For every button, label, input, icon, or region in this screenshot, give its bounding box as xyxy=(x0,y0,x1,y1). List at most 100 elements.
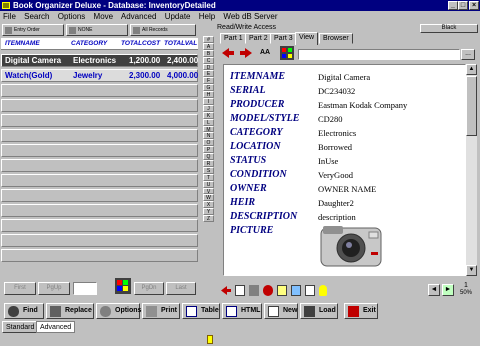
alpha-tab[interactable]: O xyxy=(203,139,214,146)
empty-row[interactable] xyxy=(1,84,198,97)
alpha-tab[interactable]: X xyxy=(203,201,214,208)
alpha-tab[interactable]: E xyxy=(203,70,214,77)
record-number-input[interactable] xyxy=(73,282,97,295)
find-button[interactable]: Find xyxy=(4,303,44,319)
menu-search[interactable]: Search xyxy=(24,12,49,21)
delete-icon[interactable] xyxy=(249,285,259,296)
last-button[interactable]: Last xyxy=(166,282,196,295)
alpha-tab[interactable]: D xyxy=(203,63,214,71)
empty-row[interactable] xyxy=(1,204,198,217)
alpha-tab[interactable]: B xyxy=(203,49,214,57)
alpha-tab[interactable]: V xyxy=(203,187,214,195)
scroll-thumb[interactable] xyxy=(466,76,477,136)
empty-row[interactable] xyxy=(1,144,198,157)
col-totalval[interactable]: TOTALVAL xyxy=(164,38,197,50)
stop-icon[interactable] xyxy=(263,285,273,296)
html-button[interactable]: HTML xyxy=(222,303,262,319)
entry-order-button[interactable]: Entry Order xyxy=(2,24,64,36)
empty-row[interactable] xyxy=(1,99,198,112)
col-category[interactable]: CATEGORY xyxy=(71,38,107,50)
all-records-button[interactable]: All Records xyxy=(130,24,196,36)
lightbulb-icon[interactable] xyxy=(319,285,327,296)
arrow-left-icon[interactable] xyxy=(222,48,234,58)
pgup-button[interactable]: PgUp xyxy=(38,282,70,295)
alpha-tab[interactable]: Y xyxy=(203,208,214,215)
load-button[interactable]: Load xyxy=(300,303,338,319)
alpha-tab[interactable]: Z xyxy=(203,215,214,222)
replace-button[interactable]: Replace xyxy=(46,303,94,319)
filter-none-button[interactable]: NONE xyxy=(66,24,128,36)
alpha-tab[interactable]: U xyxy=(203,180,214,188)
alpha-tab[interactable]: G xyxy=(203,84,214,91)
copy-icon[interactable] xyxy=(235,285,245,296)
menu-web-db-server[interactable]: Web dB Server xyxy=(223,12,277,21)
zoom-out-icon[interactable]: ◄ xyxy=(428,284,440,296)
note-icon[interactable] xyxy=(277,285,287,296)
tab-part1[interactable]: Part 1 xyxy=(220,33,247,44)
empty-row[interactable] xyxy=(1,174,198,187)
scroll-down-icon[interactable]: ▼ xyxy=(466,265,477,276)
picture-icon[interactable] xyxy=(291,285,301,296)
menu-update[interactable]: Update xyxy=(165,12,191,21)
alpha-tab[interactable]: R xyxy=(203,160,214,167)
menu-move[interactable]: Move xyxy=(94,12,114,21)
empty-row[interactable] xyxy=(1,219,198,232)
alpha-tab[interactable]: I xyxy=(203,98,214,105)
detail-scrollbar[interactable]: ▲ ▼ xyxy=(466,64,477,276)
table-row[interactable]: Digital Camera Electronics 1,200.00 2,40… xyxy=(1,54,198,67)
tab-part3[interactable]: Part 3 xyxy=(270,33,297,44)
exit-button[interactable]: Exit xyxy=(344,303,378,319)
alpha-tab[interactable]: W xyxy=(203,194,214,201)
empty-row[interactable] xyxy=(1,129,198,142)
alpha-tab[interactable]: P xyxy=(203,146,214,153)
color-selector[interactable]: Black xyxy=(420,24,478,33)
menu-help[interactable]: Help xyxy=(199,12,215,21)
arrow-right-icon[interactable] xyxy=(240,48,252,58)
empty-row[interactable] xyxy=(1,189,198,202)
alpha-tab[interactable]: A xyxy=(203,42,214,50)
menu-options[interactable]: Options xyxy=(58,12,86,21)
font-size-icon[interactable]: AA xyxy=(258,47,272,59)
minimize-button[interactable]: _ xyxy=(448,1,458,10)
alpha-tab[interactable]: C xyxy=(203,56,214,64)
scroll-up-icon[interactable]: ▲ xyxy=(466,64,477,75)
empty-row[interactable] xyxy=(1,249,198,262)
first-button[interactable]: First xyxy=(4,282,36,295)
print-button[interactable]: Print xyxy=(142,303,180,319)
menu-file[interactable]: File xyxy=(3,12,16,21)
empty-row[interactable] xyxy=(1,159,198,172)
pgdn-button[interactable]: PgDn xyxy=(134,282,164,295)
browse-button[interactable]: ... xyxy=(461,49,475,60)
tab-standard[interactable]: Standard xyxy=(2,321,39,333)
alpha-tab[interactable]: F xyxy=(203,77,214,84)
alpha-tab[interactable]: Q xyxy=(203,153,214,160)
zoom-in-icon[interactable]: ► xyxy=(442,284,454,296)
alpha-tab[interactable]: T xyxy=(203,173,214,181)
table-row[interactable]: Watch(Gold) Jewelry 2,300.00 4,000.00 xyxy=(1,69,198,82)
tab-part2[interactable]: Part 2 xyxy=(245,33,272,44)
alpha-tab[interactable]: S xyxy=(203,166,214,174)
col-totalcost[interactable]: TOTALCOST xyxy=(121,38,160,50)
col-itemname[interactable]: ITEMNAME xyxy=(5,38,40,50)
alpha-tab[interactable]: J xyxy=(203,104,214,112)
tab-advanced[interactable]: Advanced xyxy=(36,321,76,333)
color-grid-icon[interactable] xyxy=(115,278,131,294)
document-icon[interactable] xyxy=(305,285,315,296)
alpha-tab[interactable]: L xyxy=(203,118,214,126)
maximize-button[interactable]: □ xyxy=(458,1,468,10)
empty-row[interactable] xyxy=(1,234,198,247)
alpha-tab[interactable]: M xyxy=(203,125,214,133)
options-button[interactable]: Options xyxy=(96,303,141,319)
alpha-tab[interactable]: H xyxy=(203,91,214,98)
arrow-left-icon[interactable] xyxy=(221,286,231,295)
tab-browser[interactable]: Browser xyxy=(319,33,353,44)
table-button[interactable]: Table xyxy=(182,303,220,319)
alpha-tab[interactable]: N xyxy=(203,132,214,139)
search-input[interactable] xyxy=(298,49,460,60)
close-button[interactable]: × xyxy=(469,1,479,10)
alpha-tab[interactable]: K xyxy=(203,111,214,119)
color-grid-icon[interactable] xyxy=(280,46,294,60)
empty-row[interactable] xyxy=(1,114,198,127)
alpha-tab[interactable]: # xyxy=(203,36,214,43)
new-button[interactable]: New xyxy=(264,303,298,319)
